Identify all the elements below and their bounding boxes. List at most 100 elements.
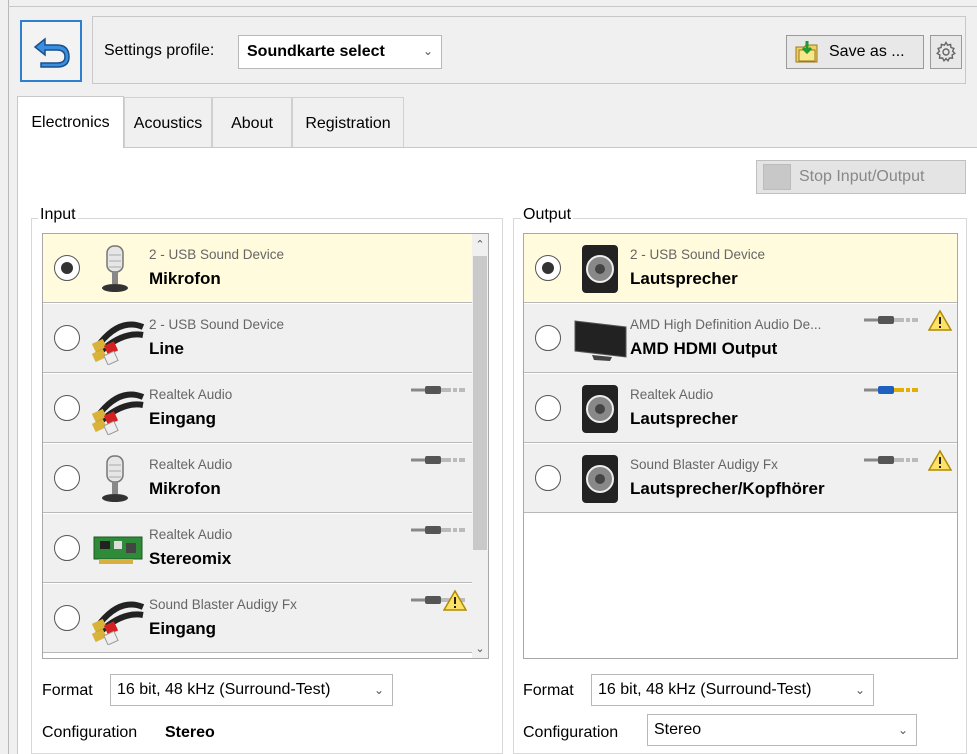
- back-arrow-icon: [33, 37, 70, 68]
- tab-electronics[interactable]: Electronics: [17, 96, 124, 148]
- output-format-label: Format: [523, 682, 574, 699]
- port-name: Lautsprecher/Kopfhörer: [630, 479, 825, 498]
- output-group-title: Output: [521, 206, 574, 224]
- device-row[interactable]: Realtek Audio Stereomix: [43, 514, 488, 583]
- input-config-label: Configuration: [42, 724, 138, 741]
- speaker-icon: [572, 383, 628, 435]
- output-format-value: 16 bit, 48 kHz (Surround-Test): [598, 681, 812, 698]
- save-as-button[interactable]: Save as ...: [786, 35, 924, 69]
- audio-jack-icon: [411, 526, 465, 534]
- input-group-title: Input: [38, 206, 78, 224]
- settings-button[interactable]: [930, 35, 962, 69]
- stop-input-output-label: Stop Input/Output: [799, 168, 925, 185]
- rca-cable-icon: [91, 383, 147, 436]
- tab-registration[interactable]: Registration: [292, 97, 404, 147]
- device-row[interactable]: Realtek Audio Mikrofon: [43, 444, 488, 513]
- scroll-up-icon[interactable]: ⌃: [472, 238, 488, 251]
- tab-acoustics[interactable]: Acoustics: [124, 97, 212, 147]
- audio-jack-icon: [411, 456, 465, 464]
- port-name: Stereomix: [149, 549, 232, 568]
- profile-select[interactable]: Soundkarte select ⌄: [238, 35, 442, 69]
- save-folder-icon: [795, 41, 818, 63]
- port-name: Line: [149, 339, 184, 358]
- port-name: Lautsprecher: [630, 269, 738, 288]
- speaker-icon: [572, 453, 628, 505]
- input-scrollbar-thumb[interactable]: [473, 256, 487, 550]
- port-name: Lautsprecher: [630, 409, 738, 428]
- save-as-label: Save as ...: [829, 43, 905, 60]
- output-config-label: Configuration: [523, 724, 619, 741]
- device-radio[interactable]: [535, 465, 561, 491]
- device-name: 2 - USB Sound Device: [630, 247, 766, 262]
- chevron-down-icon: ⌄: [373, 683, 384, 697]
- input-device-list: 2 - USB Sound Device Mikrofon 2 - USB Soun…: [42, 233, 489, 659]
- chevron-down-icon: ⌄: [854, 683, 865, 697]
- profile-value: Soundkarte select: [247, 43, 385, 60]
- input-format-label: Format: [42, 682, 93, 699]
- device-name: AMD High Definition Audio De...: [630, 317, 822, 332]
- device-name: Realtek Audio: [630, 387, 714, 402]
- rca-cable-icon: [91, 593, 147, 646]
- window-edge-top: [8, 6, 977, 7]
- port-name: AMD HDMI Output: [630, 339, 778, 358]
- device-row[interactable]: Sound Blaster Audigy Fx Eingang: [43, 584, 488, 653]
- audio-jack-icon: [864, 386, 918, 394]
- gear-icon: [936, 41, 956, 63]
- warning-icon: [927, 309, 953, 331]
- port-name: Eingang: [149, 409, 217, 428]
- tab-about[interactable]: About: [212, 97, 292, 147]
- input-config-value: Stereo: [165, 724, 215, 741]
- output-config-value: Stereo: [654, 721, 702, 738]
- input-format-value: 16 bit, 48 kHz (Surround-Test): [117, 681, 331, 698]
- device-row[interactable]: Sound Blaster Audigy Fx Lautsprecher/Kopf…: [524, 444, 957, 513]
- warning-icon: [442, 589, 468, 611]
- device-radio[interactable]: [535, 325, 561, 351]
- window-edge-left: [8, 0, 9, 754]
- output-device-list: 2 - USB Sound Device Lautsprecher AMD High…: [523, 233, 958, 659]
- output-format-select[interactable]: 16 bit, 48 kHz (Surround-Test) ⌄: [591, 674, 874, 706]
- device-radio[interactable]: [535, 395, 561, 421]
- device-row[interactable]: 2 - USB Sound Device Mikrofon: [43, 234, 488, 303]
- device-radio[interactable]: [54, 605, 80, 631]
- output-config-select[interactable]: Stereo ⌄: [647, 714, 917, 746]
- profile-label: Settings profile:: [104, 42, 215, 59]
- audio-jack-icon: [864, 316, 918, 324]
- stop-icon: [763, 164, 791, 190]
- device-row[interactable]: 2 - USB Sound Device Lautsprecher: [524, 234, 957, 303]
- audio-jack-icon: [864, 456, 918, 464]
- monitor-icon: [572, 313, 628, 365]
- warning-icon: [927, 449, 953, 471]
- device-name: Realtek Audio: [149, 457, 233, 472]
- device-name: Realtek Audio: [149, 527, 233, 542]
- input-format-select[interactable]: 16 bit, 48 kHz (Surround-Test) ⌄: [110, 674, 393, 706]
- device-name: 2 - USB Sound Device: [149, 247, 285, 262]
- device-radio[interactable]: [54, 535, 80, 561]
- device-row[interactable]: Realtek Audio Eingang: [43, 374, 488, 443]
- audio-jack-icon: [411, 386, 465, 394]
- scroll-down-icon[interactable]: ⌄: [472, 642, 488, 655]
- chevron-down-icon: ⌄: [897, 723, 908, 737]
- device-name: Realtek Audio: [149, 387, 233, 402]
- device-radio[interactable]: [535, 255, 561, 281]
- device-row[interactable]: AMD High Definition Audio De... AMD HDMI …: [524, 304, 957, 373]
- device-radio[interactable]: [54, 255, 80, 281]
- port-name: Eingang: [149, 619, 217, 638]
- device-radio[interactable]: [54, 325, 80, 351]
- device-name: Sound Blaster Audigy Fx: [630, 457, 778, 472]
- sound-card-icon: [91, 523, 147, 575]
- chevron-down-icon: ⌄: [422, 44, 433, 58]
- port-name: Mikrofon: [149, 269, 221, 288]
- device-radio[interactable]: [54, 395, 80, 421]
- speaker-icon: [572, 243, 628, 295]
- back-button[interactable]: [20, 20, 82, 82]
- stop-input-output-button[interactable]: Stop Input/Output: [756, 160, 966, 194]
- device-row[interactable]: 2 - USB Sound Device Line: [43, 304, 488, 373]
- microphone-icon: [91, 453, 147, 505]
- port-name: Mikrofon: [149, 479, 221, 498]
- rca-cable-icon: [91, 313, 147, 366]
- device-name: 2 - USB Sound Device: [149, 317, 285, 332]
- device-name: Sound Blaster Audigy Fx: [149, 597, 297, 612]
- microphone-icon: [91, 243, 147, 295]
- device-radio[interactable]: [54, 465, 80, 491]
- device-row[interactable]: Realtek Audio Lautsprecher: [524, 374, 957, 443]
